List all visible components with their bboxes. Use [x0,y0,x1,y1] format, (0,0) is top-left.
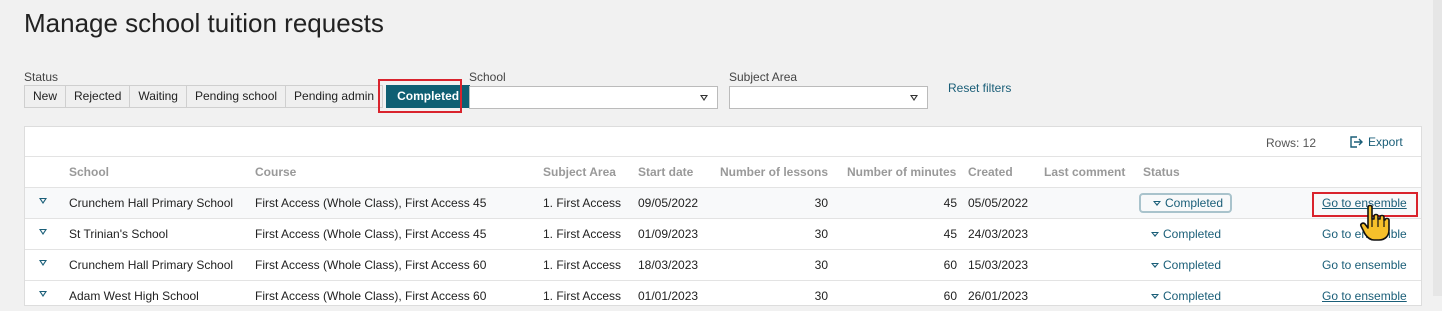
reset-filters-link[interactable]: Reset filters [948,81,1011,95]
cell-subject-area: 1. First Access [543,227,622,241]
school-filter-label: School [469,70,506,84]
expand-row-icon[interactable] [39,291,47,297]
chevron-down-icon [1153,200,1161,206]
cell-school: St Trinian's School [69,227,169,241]
cell-created: 15/03/2023 [968,258,1029,272]
go-to-ensemble-link[interactable]: Go to ensemble [1322,227,1407,241]
column-header-last-comment[interactable]: Last comment [1044,165,1125,179]
status-dropdown[interactable]: Completed [1139,224,1229,244]
subject-area-filter-label: Subject Area [729,70,798,84]
column-header-status[interactable]: Status [1143,165,1180,179]
cell-created: 05/05/2022 [968,196,1029,210]
page-scrollbar[interactable] [1433,0,1442,296]
cell-lessons: 30 [814,289,828,303]
status-dropdown[interactable]: Completed [1139,255,1229,275]
status-dropdown[interactable]: Completed [1139,286,1229,306]
go-to-ensemble-link[interactable]: Go to ensemble [1322,258,1407,272]
status-filter-pending-admin[interactable]: Pending admin [286,85,384,108]
cell-school: Crunchem Hall Primary School [69,196,234,210]
status-filter-group: New Rejected Waiting Pending school Pend… [24,85,471,108]
cell-minutes: 60 [943,258,957,272]
status-filter-pending-school[interactable]: Pending school [186,85,287,108]
cell-created: 24/03/2023 [968,227,1029,241]
cell-minutes: 60 [943,289,957,303]
chevron-down-icon [1151,262,1159,268]
cell-subject-area: 1. First Access [543,289,622,303]
export-icon [1350,136,1363,148]
page-title: Manage school tuition requests [24,8,384,38]
cell-lessons: 30 [814,227,828,241]
chevron-down-icon [700,95,708,101]
status-value: Completed [1163,227,1222,241]
cell-created: 26/01/2023 [968,289,1029,303]
column-header-school[interactable]: School [69,165,109,179]
column-header-created[interactable]: Created [968,165,1013,179]
status-dropdown[interactable]: Completed [1139,193,1232,213]
status-value: Completed [1163,258,1222,272]
column-header-number-of-lessons[interactable]: Number of lessons [720,165,828,179]
column-header-course[interactable]: Course [255,165,296,179]
cell-course: First Access (Whole Class), First Access… [255,227,487,241]
cell-lessons: 30 [814,196,828,210]
export-button[interactable]: Export [1349,135,1403,149]
cell-lessons: 30 [814,258,828,272]
go-to-ensemble-link[interactable]: Go to ensemble [1322,196,1407,210]
status-filter-rejected[interactable]: Rejected [66,85,131,108]
cell-minutes: 45 [943,196,957,210]
cell-minutes: 45 [943,227,957,241]
cell-course: First Access (Whole Class), First Access… [255,258,487,272]
expand-row-icon[interactable] [39,229,47,235]
cell-subject-area: 1. First Access [543,196,622,210]
cell-start-date: 01/01/2023 [638,289,699,303]
cell-school: Crunchem Hall Primary School [69,258,234,272]
rows-count: Rows: 12 [1266,136,1317,150]
status-value: Completed [1163,289,1222,303]
status-filter-waiting[interactable]: Waiting [130,85,187,108]
column-header-number-of-minutes[interactable]: Number of minutes [847,165,956,179]
table-row[interactable]: St Trinian's School First Access (Whole … [25,218,1421,249]
school-select[interactable] [469,86,718,109]
chevron-down-icon [1151,231,1159,237]
cell-start-date: 09/05/2022 [638,196,699,210]
cell-school: Adam West High School [69,289,199,303]
table-row[interactable]: Crunchem Hall Primary School First Acces… [25,187,1421,218]
subject-area-select[interactable] [729,86,928,109]
expand-row-icon[interactable] [39,198,47,204]
table-row[interactable]: Crunchem Hall Primary School First Acces… [25,249,1421,280]
cell-course: First Access (Whole Class), First Access… [255,289,487,303]
column-header-start-date[interactable]: Start date [638,165,693,179]
cell-start-date: 18/03/2023 [638,258,699,272]
chevron-down-icon [910,95,918,101]
expand-row-icon[interactable] [39,260,47,266]
export-label: Export [1368,135,1403,149]
status-filter-new[interactable]: New [24,85,67,108]
chevron-down-icon [1151,293,1159,299]
cell-start-date: 01/09/2023 [638,227,699,241]
status-value: Completed [1165,196,1224,210]
go-to-ensemble-link[interactable]: Go to ensemble [1322,289,1407,303]
cell-subject-area: 1. First Access [543,258,622,272]
status-filter-label: Status [24,70,59,84]
requests-table-panel: Rows: 12 Export School Course Subject Ar… [24,126,1422,306]
status-filter-completed[interactable]: Completed [386,85,471,108]
column-header-subject-area[interactable]: Subject Area [543,165,616,179]
table-toolbar: Rows: 12 Export [25,127,1421,157]
cell-course: First Access (Whole Class), First Access… [255,196,487,210]
